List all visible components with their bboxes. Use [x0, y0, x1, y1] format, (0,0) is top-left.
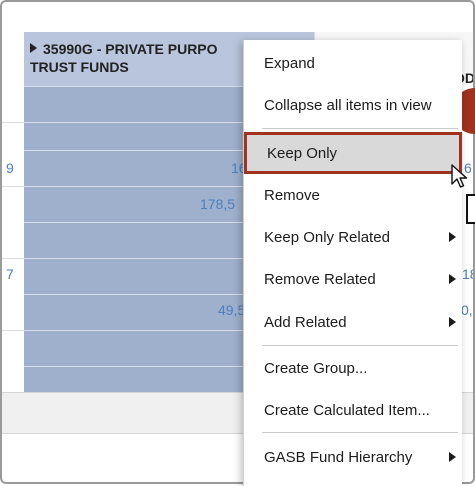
menu-separator: [262, 432, 458, 433]
menu-item-keep-only-related[interactable]: Keep Only Related: [244, 216, 462, 258]
menu-separator: [262, 128, 458, 129]
menu-item-add-related[interactable]: Add Related: [244, 301, 462, 343]
row-divider: [2, 330, 24, 331]
cell-value: 178,5: [200, 196, 236, 212]
menu-item-label: Remove: [264, 186, 320, 204]
cell-value: 9: [6, 160, 14, 176]
cell-value: 0,: [461, 302, 473, 318]
left-column: [2, 32, 22, 392]
menu-item-remove-related[interactable]: Remove Related: [244, 258, 462, 300]
menu-separator: [262, 345, 458, 346]
menu-item-create-calculated-item[interactable]: Create Calculated Item...: [244, 389, 462, 431]
menu-item-label: Keep Only Related: [264, 228, 390, 246]
cell-value: 7: [6, 266, 14, 282]
submenu-arrow-icon: [449, 274, 456, 284]
cell-value: 18: [462, 266, 473, 282]
cell-value: 49,5: [218, 302, 246, 318]
menu-item-label: Collapse all items in view: [264, 96, 432, 114]
menu-item-create-group[interactable]: Create Group...: [244, 347, 462, 389]
row-divider: [2, 186, 24, 187]
column-header-line2: TRUST FUNDS: [30, 59, 129, 75]
menu-item-gasb-fund-hierarchy[interactable]: GASB Fund Hierarchy: [244, 436, 462, 478]
submenu-arrow-icon: [449, 452, 456, 462]
context-menu: Expand Collapse all items in view Keep O…: [243, 40, 462, 486]
menu-item-expand[interactable]: Expand: [244, 42, 462, 84]
menu-item-label: Create Calculated Item...: [264, 401, 430, 419]
menu-item-label: Add Related: [264, 313, 347, 331]
menu-item-collapse-all[interactable]: Collapse all items in view: [244, 84, 462, 126]
column-header-line1: 35990G - PRIVATE PURPO: [43, 41, 218, 57]
column-header[interactable]: 35990G - PRIVATE PURPO TRUST FUNDS: [30, 40, 270, 76]
menu-item-label: Keep Only: [267, 144, 338, 162]
row-divider: [2, 258, 24, 259]
menu-item-label: Create Group...: [264, 359, 368, 377]
menu-item-keep-only[interactable]: Keep Only: [244, 132, 462, 174]
menu-item-label: Remove Related: [264, 270, 376, 288]
expand-triangle-icon[interactable]: [30, 43, 37, 53]
menu-item-label: Expand: [264, 54, 315, 72]
mouse-pointer-icon: [451, 164, 468, 188]
submenu-arrow-icon: [449, 232, 456, 242]
partial-cell-edge: [466, 194, 475, 224]
row-divider: [2, 122, 24, 123]
menu-item-remove[interactable]: Remove: [244, 174, 462, 216]
submenu-arrow-icon: [449, 317, 456, 327]
menu-item-label: GASB Fund Hierarchy: [264, 448, 413, 466]
